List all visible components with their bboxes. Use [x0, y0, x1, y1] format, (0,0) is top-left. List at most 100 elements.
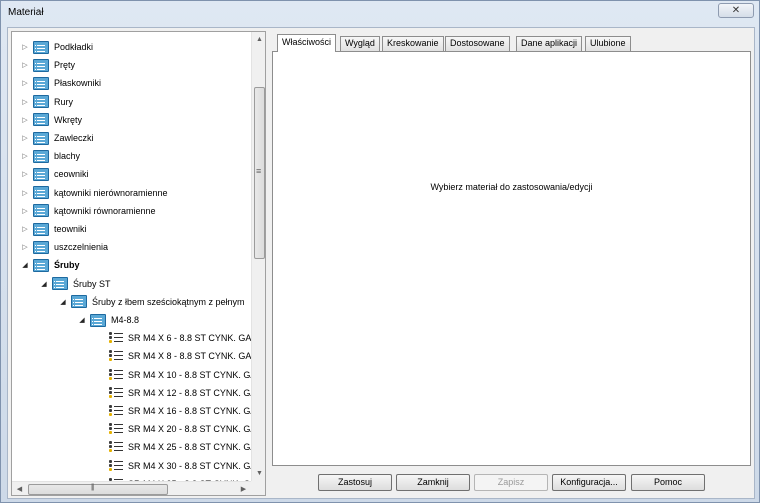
tab-1[interactable]: Wygląd [340, 36, 380, 51]
tree-item-material[interactable]: SR M4 X 30 - 8.8 ST CYNK. GAL [109, 457, 251, 475]
expand-arrow-icon[interactable]: ▷ [20, 151, 30, 161]
collapse-arrow-icon[interactable]: ◢ [20, 260, 30, 270]
expand-arrow-icon[interactable]: ▷ [20, 224, 30, 234]
expand-arrow-icon[interactable]: ▷ [20, 115, 30, 125]
expand-arrow-icon[interactable]: ▷ [20, 206, 30, 216]
tree-item-label: SR M4 X 25 - 8.8 ST CYNK. GAL [128, 442, 251, 453]
expand-arrow-icon[interactable]: ▷ [20, 78, 30, 88]
tree-item-material[interactable]: SR M4 X 6 - 8.8 ST CYNK. GAL [109, 329, 251, 347]
tree-item-label: Wkręty [54, 114, 82, 125]
tree-item-label: Płaskowniki [54, 78, 102, 89]
collapse-arrow-icon[interactable]: ◢ [77, 315, 87, 325]
collapse-arrow-icon[interactable]: ◢ [58, 297, 68, 307]
tree-item-folder[interactable]: ◢ M4-8.8 [77, 311, 139, 329]
material-library-icon [33, 186, 49, 200]
dialog-client-area: ▷ Podkładki ▷ Pręty ▷ Płaskowniki ▷ Rury ▷ Wkręty… [7, 27, 755, 499]
tree-item-label: SR M4 X 12 - 8.8 ST CYNK. GAL [128, 387, 251, 398]
material-library-icon [71, 295, 87, 309]
tree-item-material[interactable]: SR M4 X 25 - 8.8 ST CYNK. GAL [109, 438, 251, 456]
tab-content-panel: Wybierz materiał do zastosowania/edycji [272, 51, 751, 466]
tree-item-material[interactable]: SR M4 X 12 - 8.8 ST CYNK. GAL [109, 384, 251, 402]
tree-item-label: Śruby ST [73, 278, 111, 289]
tree-item-material[interactable]: SR M4 X 16 - 8.8 ST CYNK. GAL [109, 402, 251, 420]
material-item-icon [109, 349, 123, 363]
save-button[interactable]: Zapisz [474, 474, 548, 491]
tree-horizontal-scrollbar[interactable]: ◀ ▶ [12, 481, 251, 495]
tree-item-material[interactable]: SR M4 X 20 - 8.8 ST CYNK. GAL [109, 420, 251, 438]
expand-arrow-icon[interactable]: ▷ [20, 42, 30, 52]
material-library-icon [33, 131, 49, 145]
configuration-button[interactable]: Konfiguracja... [552, 474, 626, 491]
tree-item-folder[interactable]: ▷ Wkręty [20, 111, 82, 129]
material-library-icon [33, 240, 49, 254]
tree-item-label: ceowniki [54, 169, 89, 180]
material-item-icon [109, 368, 123, 382]
tree-item-label: SR M4 X 10 - 8.8 ST CYNK. GAL [128, 369, 251, 380]
expand-arrow-icon[interactable]: ▷ [20, 188, 30, 198]
scroll-down-icon[interactable]: ▼ [252, 466, 265, 481]
scroll-right-icon[interactable]: ▶ [236, 482, 251, 495]
tab-5[interactable]: Ulubione [585, 36, 631, 51]
apply-button[interactable]: Zastosuj [318, 474, 392, 491]
tree-item-folder[interactable]: ◢ Śruby z łbem sześciokątnym z pełnym [58, 293, 245, 311]
tree-item-folder[interactable]: ▷ Pręty [20, 56, 75, 74]
tree-item-folder[interactable]: ▷ Rury [20, 93, 73, 111]
close-button[interactable]: Zamknij [396, 474, 470, 491]
material-library-icon [33, 222, 49, 236]
tab-4[interactable]: Dane aplikacji [516, 36, 583, 51]
tree-item-folder[interactable]: ▷ teowniki [20, 220, 87, 238]
material-library-icon [33, 58, 49, 72]
tree-item-folder[interactable]: ▷ Płaskowniki [20, 74, 101, 92]
title-bar[interactable]: Materiał ✕ [1, 1, 759, 23]
help-button[interactable]: Pomoc [631, 474, 705, 491]
material-library-icon [33, 40, 49, 54]
tree-item-folder[interactable]: ▷ blachy [20, 147, 80, 165]
material-library-icon [33, 167, 49, 181]
material-library-icon [33, 258, 49, 272]
tab-2[interactable]: Kreskowanie [382, 36, 444, 51]
expand-arrow-icon[interactable]: ▷ [20, 242, 30, 252]
expand-arrow-icon[interactable]: ▷ [20, 133, 30, 143]
material-dialog: Materiał ✕ ▷ Podkładki ▷ Pręty ▷ Płaskowniki ▷… [0, 0, 760, 503]
tree-item-material[interactable]: SR M4 X 8 - 8.8 ST CYNK. GAL [109, 347, 251, 365]
tree-item-folder[interactable]: ▷ kątowniki równoramienne [20, 202, 156, 220]
material-item-icon [109, 331, 123, 345]
material-library-icon [33, 149, 49, 163]
tree-item-label: kątowniki nierównoramienne [54, 187, 168, 198]
material-library-icon [52, 277, 68, 291]
tree-item-label: SR M4 X 30 - 8.8 ST CYNK. GAL [128, 460, 251, 471]
tree-item-label: kątowniki równoramienne [54, 205, 156, 216]
tree-item-label: Zawleczki [54, 133, 94, 143]
vertical-scroll-thumb[interactable] [254, 87, 265, 259]
close-window-button[interactable]: ✕ [718, 3, 754, 18]
tree-item-folder[interactable]: ▷ kątowniki nierównoramienne [20, 184, 168, 202]
tree-item-label: uszczelnienia [54, 242, 109, 253]
material-tree[interactable]: ▷ Podkładki ▷ Pręty ▷ Płaskowniki ▷ Rury ▷ Wkręty… [12, 32, 251, 481]
tree-item-folder[interactable]: ▷ Podkładki [20, 38, 93, 56]
tree-item-folder[interactable]: ◢ Śruby [20, 256, 80, 274]
expand-arrow-icon[interactable]: ▷ [20, 169, 30, 179]
material-library-icon [90, 313, 106, 327]
tree-item-label: M4-8.8 [111, 315, 140, 325]
tab-3[interactable]: Dostosowane [445, 36, 510, 51]
tree-item-folder[interactable]: ▷ ceowniki [20, 165, 89, 183]
tree-item-label: Rury [54, 96, 74, 107]
tab-0[interactable]: Właściwości [277, 34, 337, 52]
tree-item-label: blachy [54, 151, 81, 162]
scroll-left-icon[interactable]: ◀ [12, 482, 27, 495]
tree-item-folder[interactable]: ◢ Śruby ST [39, 275, 111, 293]
tree-item-folder[interactable]: ▷ uszczelnienia [20, 238, 108, 256]
expand-arrow-icon[interactable]: ▷ [20, 60, 30, 70]
tree-item-label: Podkładki [54, 42, 94, 52]
tree-vertical-scrollbar[interactable]: ▲ ▼ [251, 32, 265, 481]
expand-arrow-icon[interactable]: ▷ [20, 97, 30, 107]
scroll-up-icon[interactable]: ▲ [252, 32, 265, 47]
material-item-icon [109, 440, 123, 454]
tree-item-material[interactable]: SR M4 X 10 - 8.8 ST CYNK. GAL [109, 366, 251, 384]
collapse-arrow-icon[interactable]: ◢ [39, 279, 49, 289]
horizontal-scroll-thumb[interactable] [28, 484, 168, 495]
tree-item-label: Pręty [54, 60, 76, 71]
tree-item-label: Śruby [54, 260, 80, 271]
tree-item-label: teowniki [54, 224, 87, 234]
tree-item-folder[interactable]: ▷ Zawleczki [20, 129, 94, 147]
